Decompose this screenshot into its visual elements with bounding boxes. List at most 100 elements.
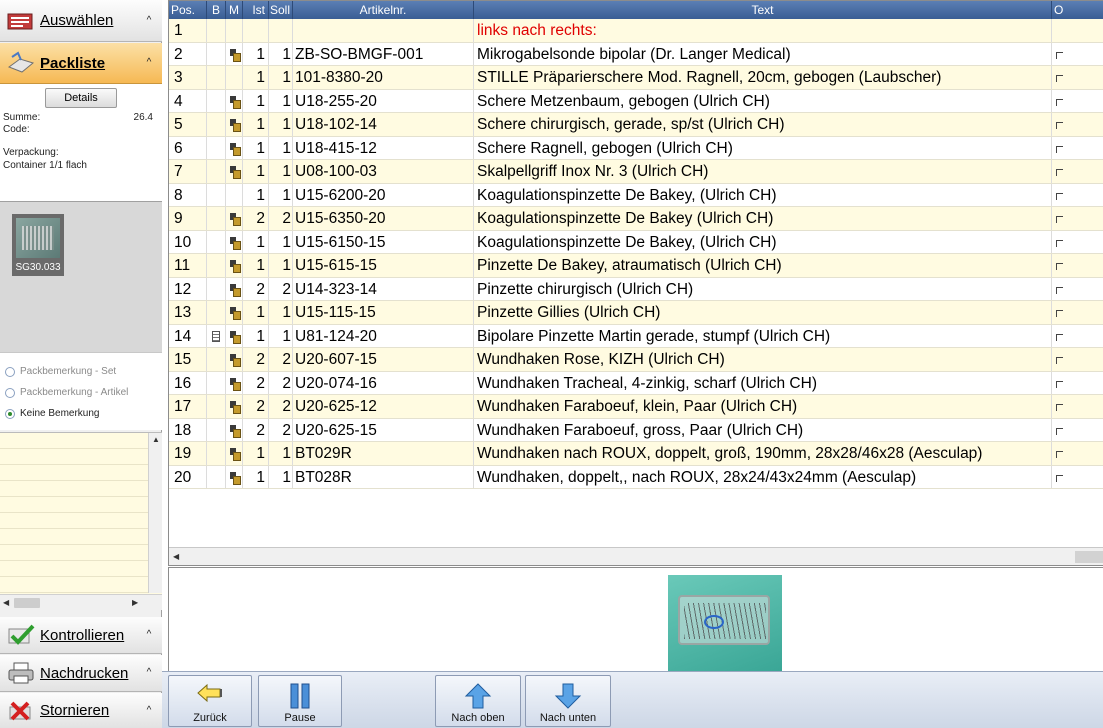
zurueck-button[interactable]: Zurück xyxy=(168,675,252,727)
row-checkbox[interactable] xyxy=(1056,51,1063,59)
material-copy-icon[interactable] xyxy=(229,213,241,226)
cell-ist[interactable]: 1 xyxy=(243,230,269,253)
material-copy-icon[interactable] xyxy=(229,448,241,461)
pause-button[interactable]: Pause xyxy=(258,675,342,727)
row-checkbox[interactable] xyxy=(1056,263,1063,270)
nach-unten-button[interactable]: Nach unten xyxy=(525,675,611,727)
cell-ist[interactable]: 1 xyxy=(243,113,269,136)
table-row[interactable]: 6 1 1 U18-415-12 Schere Ragnell, gebogen (Ul… xyxy=(169,136,1103,160)
chevron-up-icon[interactable]: ^ xyxy=(142,704,156,718)
cell-ist[interactable]: 2 xyxy=(243,277,269,300)
row-checkbox[interactable] xyxy=(1056,192,1063,200)
material-copy-icon[interactable] xyxy=(229,260,241,273)
header-b[interactable]: B xyxy=(207,1,226,19)
set-thumbnail[interactable]: SG30.033 xyxy=(12,214,64,276)
header-ist[interactable]: Ist xyxy=(243,1,269,19)
radio-packbemerkung-set[interactable]: Packbemerkung - Set xyxy=(0,361,162,382)
material-copy-icon[interactable] xyxy=(229,236,241,250)
radio-button-selected[interactable] xyxy=(5,408,15,419)
table-row[interactable]: 20 1 1 BT028R Wundhaken, doppelt,, nach ROUX… xyxy=(169,465,1103,489)
row-checkbox[interactable] xyxy=(1056,427,1063,435)
row-checkbox[interactable] xyxy=(1056,216,1063,223)
radio-button[interactable] xyxy=(5,366,15,377)
chevron-up-icon[interactable]: ^ xyxy=(142,628,156,642)
row-checkbox[interactable] xyxy=(1056,145,1063,153)
row-checkbox[interactable] xyxy=(1056,286,1063,294)
table-row[interactable]: 1 links nach rechts: xyxy=(169,19,1103,43)
cell-ist[interactable]: 1 xyxy=(243,301,269,324)
cell-ist[interactable]: 2 xyxy=(243,207,269,230)
material-copy-icon[interactable] xyxy=(229,330,241,344)
chevron-up-icon[interactable]: ^ xyxy=(142,666,156,680)
nav-kontrollieren[interactable]: Kontrollieren ^ xyxy=(0,617,162,654)
table-row[interactable]: 12 2 2 U14-323-14 Pinzette chirurgisch (Ulri… xyxy=(169,277,1103,301)
nav-stornieren[interactable]: Stornieren ^ xyxy=(0,693,162,728)
row-checkbox[interactable] xyxy=(1056,474,1063,482)
row-checkbox[interactable] xyxy=(1056,380,1063,388)
cell-ist[interactable]: 1 xyxy=(243,42,269,65)
scroll-thumb[interactable] xyxy=(1075,551,1103,563)
cell-ist[interactable]: 1 xyxy=(243,160,269,183)
table-row[interactable]: 10 1 1 U15-6150-15 Koagulationspinzette De B… xyxy=(169,230,1103,254)
cell-ist[interactable]: 1 xyxy=(243,465,269,488)
details-button[interactable]: Details xyxy=(45,88,117,108)
cell-ist[interactable]: 1 xyxy=(243,442,269,465)
material-copy-icon[interactable] xyxy=(229,283,241,297)
material-copy-icon[interactable] xyxy=(229,48,241,62)
scroll-right-arrow-icon[interactable]: ▶ xyxy=(132,598,138,607)
nav-packliste[interactable]: Packliste ^ xyxy=(0,43,162,84)
cell-ist[interactable]: 1 xyxy=(243,254,269,277)
row-checkbox[interactable] xyxy=(1056,98,1063,106)
note-document-icon[interactable] xyxy=(212,330,220,342)
table-row[interactable]: 5 1 1 U18-102-14 Schere chirurgisch, gerade,… xyxy=(169,113,1103,137)
material-copy-icon[interactable] xyxy=(229,471,241,485)
radio-packbemerkung-artikel[interactable]: Packbemerkung - Artikel xyxy=(0,382,162,403)
chevron-up-icon[interactable]: ^ xyxy=(142,56,156,70)
radio-button[interactable] xyxy=(5,387,15,398)
table-row[interactable]: 13 1 1 U15-115-15 Pinzette Gillies (Ulrich C… xyxy=(169,301,1103,325)
cell-ist[interactable]: 1 xyxy=(243,183,269,206)
row-checkbox[interactable] xyxy=(1056,357,1063,364)
notes-list[interactable]: ▲ ◀ ▶ xyxy=(0,432,162,610)
packliste-grid[interactable]: Pos. B M Ist Soll Artikelnr. Text O 1 lin… xyxy=(168,0,1103,566)
table-row[interactable]: 3 1 1 101-8380-20 STILLE Präparierschere Mod… xyxy=(169,66,1103,90)
header-soll[interactable]: Soll xyxy=(269,1,293,19)
cell-ist[interactable] xyxy=(243,19,269,42)
cell-ist[interactable]: 1 xyxy=(243,89,269,112)
nach-oben-button[interactable]: Nach oben xyxy=(435,675,521,727)
row-checkbox[interactable] xyxy=(1056,310,1063,317)
cell-ist[interactable]: 1 xyxy=(243,324,269,347)
row-checkbox[interactable] xyxy=(1056,239,1063,247)
nav-nachdrucken[interactable]: Nachdrucken ^ xyxy=(0,655,162,692)
row-checkbox[interactable] xyxy=(1056,451,1063,458)
row-checkbox[interactable] xyxy=(1056,122,1063,129)
cell-ist[interactable]: 1 xyxy=(243,66,269,89)
table-row[interactable]: 8 1 1 U15-6200-20 Koagulationspinzette De Ba… xyxy=(169,183,1103,207)
row-checkbox[interactable] xyxy=(1056,169,1063,176)
table-row[interactable]: 16 2 2 U20-074-16 Wundhaken Tracheal, 4-zink… xyxy=(169,371,1103,395)
row-checkbox[interactable] xyxy=(1056,75,1063,82)
table-row[interactable]: 9 2 2 U15-6350-20 Koagulationspinzette De Ba… xyxy=(169,207,1103,231)
header-artikelnr[interactable]: Artikelnr. xyxy=(293,1,474,19)
table-row[interactable]: 17 2 2 U20-625-12 Wundhaken Faraboeuf, klein… xyxy=(169,395,1103,419)
table-row[interactable]: 14 1 1 U81-124-20 Bipolare Pinzette Martin g… xyxy=(169,324,1103,348)
material-copy-icon[interactable] xyxy=(229,142,241,156)
table-row[interactable]: 19 1 1 BT029R Wundhaken nach ROUX, doppelt, … xyxy=(169,442,1103,466)
header-m[interactable]: M xyxy=(226,1,243,19)
material-copy-icon[interactable] xyxy=(229,166,241,179)
material-copy-icon[interactable] xyxy=(229,354,241,367)
cell-ist[interactable]: 1 xyxy=(243,136,269,159)
scroll-left-arrow-icon[interactable]: ◀ xyxy=(173,552,179,561)
radio-keine-bemerkung[interactable]: Keine Bemerkung xyxy=(0,403,162,424)
material-copy-icon[interactable] xyxy=(229,377,241,391)
grid-horizontal-scrollbar[interactable]: ◀ xyxy=(169,547,1103,565)
material-copy-icon[interactable] xyxy=(229,95,241,109)
scroll-left-arrow-icon[interactable]: ◀ xyxy=(3,598,9,607)
row-checkbox[interactable] xyxy=(1056,333,1063,341)
table-row[interactable]: 15 2 2 U20-607-15 Wundhaken Rose, KIZH (Ulri… xyxy=(169,348,1103,372)
row-checkbox[interactable] xyxy=(1056,404,1063,411)
notes-vertical-scrollbar[interactable]: ▲ xyxy=(148,433,162,593)
table-row[interactable]: 7 1 1 U08-100-03 Skalpellgriff Inox Nr. 3 (U… xyxy=(169,160,1103,184)
header-o[interactable]: O xyxy=(1052,1,1103,19)
cell-ist[interactable]: 2 xyxy=(243,395,269,418)
